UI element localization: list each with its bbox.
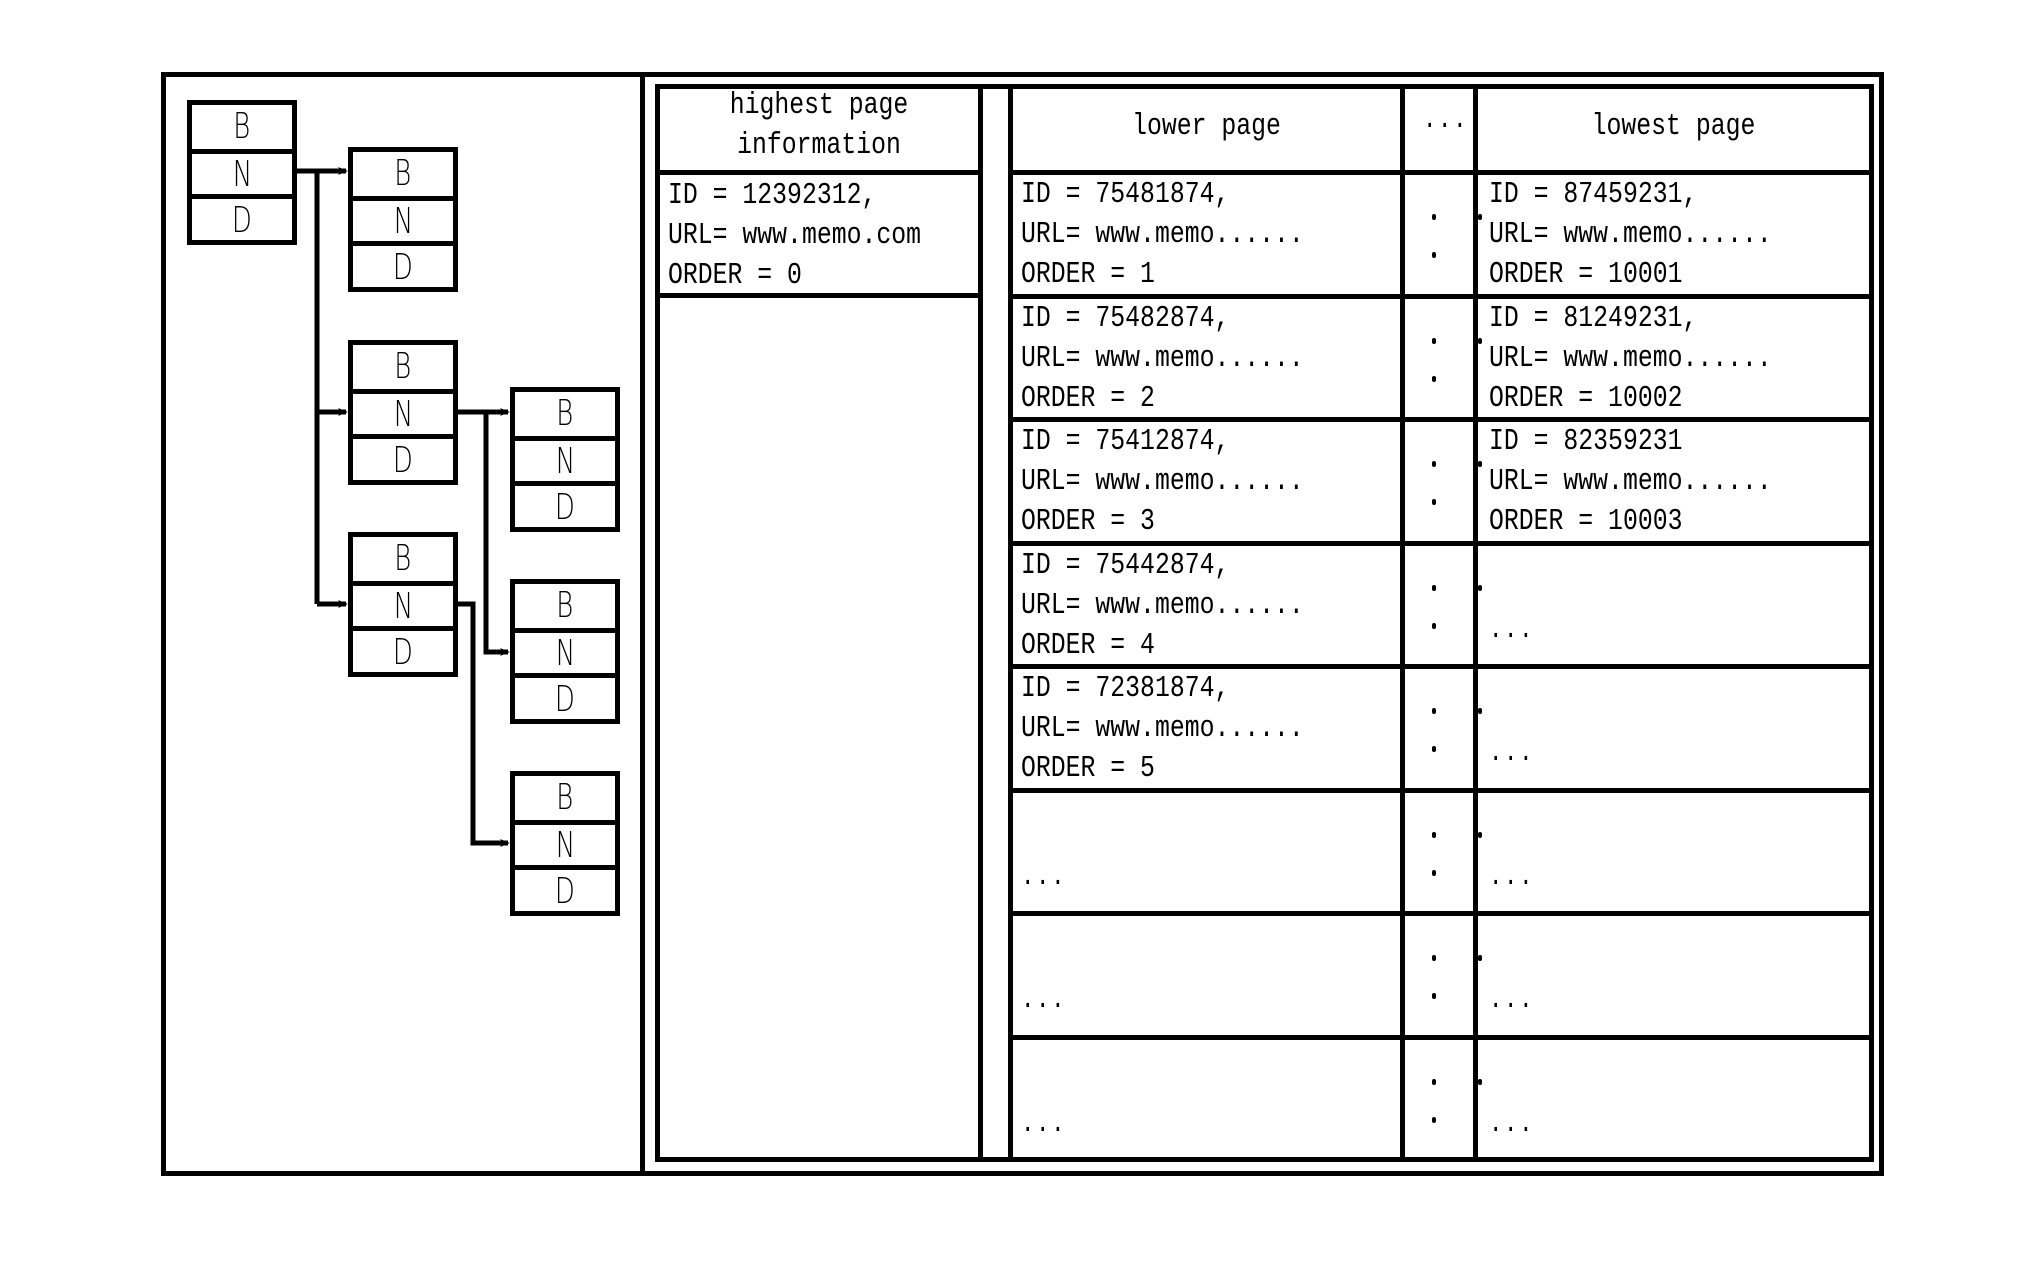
node-field-b: B: [556, 777, 574, 818]
vertical-ellipsis-icon: [1408, 212, 1482, 262]
node-field-b: B: [233, 106, 251, 147]
lowest-page-cell: ...: [1489, 1109, 1535, 1140]
column-divider: [978, 84, 983, 1162]
node-field-n: N: [192, 149, 292, 199]
ellipsis-dot: [1432, 214, 1436, 220]
lowest-page-cell: ...: [1489, 738, 1535, 769]
node-field-d: D: [393, 632, 413, 673]
lowest-page-cell: ID = 82359231 URL= www.memo...... ORDER …: [1489, 424, 1772, 539]
vertical-ellipsis-icon: [1408, 1077, 1482, 1127]
lowest-page-cell: ...: [1489, 862, 1535, 893]
node-field-n: N: [353, 389, 453, 439]
tree-node-grandchild-3: B N D: [510, 771, 620, 916]
highest-page-cell: ID = 12392312, URL= www.memo.com ORDER =…: [668, 178, 922, 293]
ellipsis-dot: [1478, 585, 1482, 591]
lower-page-cell: ...: [1021, 985, 1067, 1016]
lower-page-cell: ID = 75412874, URL= www.memo...... ORDER…: [1021, 424, 1304, 539]
node-field-b: B: [394, 153, 412, 194]
node-field-b: B: [556, 585, 574, 626]
column-divider: [1473, 84, 1478, 1162]
lower-page-cell: ID = 75481874, URL= www.memo...... ORDER…: [1021, 177, 1304, 292]
ellipsis-dot: [1478, 338, 1482, 344]
header-lower-page: lower page: [1132, 109, 1281, 144]
ellipsis-dot: [1432, 708, 1436, 714]
ellipsis-dot: [1432, 338, 1436, 344]
edge-child-3-grandchild-3: [458, 601, 510, 847]
vertical-ellipsis-icon: [1408, 953, 1482, 1003]
vertical-ellipsis-icon: [1408, 583, 1482, 633]
header-lowest-page: lowest page: [1591, 109, 1756, 144]
vertical-ellipsis-icon: [1408, 830, 1482, 880]
ellipsis-dot: [1478, 955, 1482, 961]
ellipsis-dot: [1478, 708, 1482, 714]
node-field-d: D: [555, 871, 575, 912]
tree-node-child-3: B N D: [348, 532, 458, 677]
tree-node-grandchild-2: B N D: [510, 579, 620, 724]
ellipsis-dot: [1432, 870, 1436, 876]
ellipsis-dot: [1432, 585, 1436, 591]
node-field-d: D: [555, 679, 575, 720]
node-field-b: B: [394, 346, 412, 387]
tree-node-child-1: B N D: [348, 147, 458, 292]
ellipsis-dot: [1478, 461, 1482, 467]
ellipsis-dot: [1432, 252, 1436, 258]
ellipsis-dot: [1432, 623, 1436, 629]
tree-node-child-2: B N D: [348, 340, 458, 485]
vertical-ellipsis-icon: [1408, 336, 1482, 386]
node-field-d: D: [555, 487, 575, 528]
vertical-ellipsis-icon: [1408, 459, 1482, 509]
lowest-page-cell: ID = 81249231, URL= www.memo...... ORDER…: [1489, 301, 1772, 416]
row-divider: [655, 170, 983, 175]
ellipsis-dot: [1432, 746, 1436, 752]
ellipsis-dot: [1478, 1079, 1482, 1085]
tree-node-grandchild-1: B N D: [510, 387, 620, 532]
ellipsis-dot: [1432, 1079, 1436, 1085]
node-field-d: D: [232, 200, 252, 241]
vertical-ellipsis-icon: [1408, 706, 1482, 756]
ellipsis-dot: [1432, 461, 1436, 467]
row-divider: [1008, 911, 1874, 916]
ellipsis-dot: [1432, 499, 1436, 505]
ellipsis-dot: [1432, 376, 1436, 382]
ellipsis-dot: [1432, 1117, 1436, 1123]
ellipsis-dot: [1432, 832, 1436, 838]
lower-page-cell: ID = 75482874, URL= www.memo...... ORDER…: [1021, 301, 1304, 416]
node-field-b: B: [556, 393, 574, 434]
node-field-d: D: [393, 247, 413, 288]
row-divider: [1008, 1035, 1874, 1040]
node-field-d: D: [393, 440, 413, 481]
lower-page-cell: ...: [1021, 1109, 1067, 1140]
node-field-n: N: [515, 820, 615, 870]
ellipsis-dot: [1478, 832, 1482, 838]
lower-page-cell: ID = 72381874, URL= www.memo...... ORDER…: [1021, 671, 1304, 786]
lowest-page-cell: ...: [1489, 615, 1535, 646]
lowest-page-cell: ...: [1489, 985, 1535, 1016]
ellipsis-dot: [1432, 955, 1436, 961]
column-divider: [1008, 84, 1013, 1162]
tree-node-root: B N D: [187, 100, 297, 245]
node-field-n: N: [515, 628, 615, 678]
header-ellipsis: ...: [1423, 105, 1469, 136]
lower-page-cell: ID = 75442874, URL= www.memo...... ORDER…: [1021, 548, 1304, 663]
lower-page-cell: ...: [1021, 862, 1067, 893]
ellipsis-dot: [1478, 214, 1482, 220]
node-field-n: N: [515, 436, 615, 486]
trunk-child-2: [483, 412, 510, 656]
ellipsis-dot: [1432, 993, 1436, 999]
lowest-page-cell: ID = 87459231, URL= www.memo...... ORDER…: [1489, 177, 1772, 292]
node-field-n: N: [353, 581, 453, 631]
header-highest-page: highest page information: [729, 88, 909, 163]
column-divider: [1400, 84, 1405, 1162]
node-field-b: B: [394, 538, 412, 579]
node-field-n: N: [353, 196, 453, 246]
